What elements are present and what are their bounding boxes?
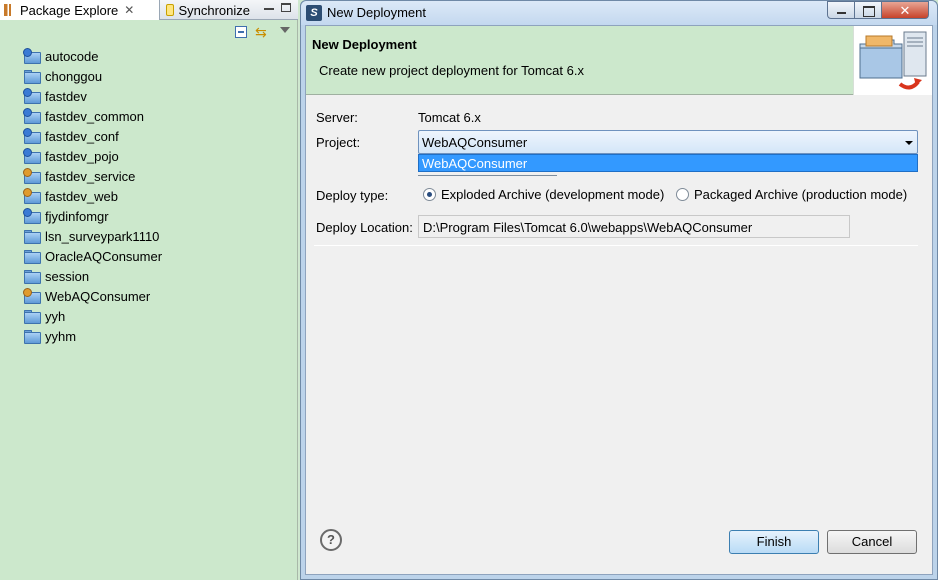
folder-icon (24, 230, 41, 244)
project-option-label: WebAQConsumer (422, 156, 528, 171)
new-deployment-dialog: S New Deployment ✕ New Deployment Create… (300, 0, 938, 580)
web-project-icon (23, 208, 41, 224)
tree-item-label: WebAQConsumer (45, 288, 151, 304)
tree-item[interactable]: chonggou (24, 66, 294, 86)
app-logo-icon: S (306, 5, 322, 21)
dropdown-underline (418, 175, 557, 176)
tree-item-label: OracleAQConsumer (45, 248, 163, 264)
chevron-down-icon[interactable] (905, 141, 913, 145)
minimize-button[interactable] (827, 1, 855, 19)
tree-item[interactable]: fjydinfomgr (23, 206, 294, 226)
deploy-location-label: Deploy Location: (316, 220, 413, 235)
close-tab-icon[interactable]: ✕ (124, 3, 134, 17)
web-project-icon (23, 48, 41, 64)
tree-item[interactable]: fastdev_service (23, 166, 294, 186)
package-explorer-view: Package Explore ✕ Synchronize ⇆ autocode… (0, 0, 298, 580)
exploded-archive-label: Exploded Archive (development mode) (441, 187, 665, 202)
radio-checked-icon[interactable] (423, 188, 436, 201)
wizard-banner: New Deployment Create new project deploy… (306, 26, 932, 95)
web-project-icon (23, 128, 41, 144)
project-select[interactable]: WebAQConsumer (418, 130, 918, 154)
tab-label-package-explorer: Package Explore (20, 2, 119, 18)
dialog-content: New Deployment Create new project deploy… (305, 25, 933, 575)
view-menu-icon[interactable] (280, 27, 290, 33)
tree-item[interactable]: yyhm (24, 326, 294, 346)
tree-item-label: fastdev_conf (45, 128, 119, 144)
java-project-icon (23, 168, 41, 184)
tree-item-label: lsn_surveypark1110 (45, 228, 160, 244)
tree-item[interactable]: fastdev_web (23, 186, 294, 206)
folder-icon (24, 250, 41, 264)
tree-item[interactable]: lsn_surveypark1110 (24, 226, 294, 246)
maximize-view-icon[interactable] (281, 3, 291, 12)
tree-item-label: chonggou (45, 68, 103, 84)
tree-item[interactable]: fastdev_common (23, 106, 294, 126)
maximize-button[interactable] (854, 1, 882, 19)
close-button[interactable]: ✕ (881, 1, 929, 19)
tree-item-label: autocode (45, 48, 99, 64)
radio-unchecked-icon[interactable] (676, 188, 689, 201)
tab-synchronize[interactable]: Synchronize (162, 0, 254, 20)
tree-item-label: yyh (45, 308, 66, 324)
deploy-wizard-graphic (859, 31, 927, 90)
deploy-type-label: Deploy type: (316, 188, 389, 203)
tree-item-label: yyhm (45, 328, 77, 344)
dialog-title-bar[interactable]: S New Deployment ✕ (301, 1, 937, 25)
tree-item-label: session (45, 268, 90, 284)
tree-item[interactable]: OracleAQConsumer (24, 246, 294, 266)
package-explorer-icon (4, 4, 16, 16)
packaged-archive-label: Packaged Archive (production mode) (694, 187, 908, 202)
tab-label-synchronize: Synchronize (178, 2, 250, 18)
view-toolbar: ⇆ (0, 21, 298, 43)
tree-item[interactable]: fastdev_pojo (23, 146, 294, 166)
project-label: Project: (316, 135, 361, 150)
banner-title: New Deployment (312, 37, 417, 52)
tree-item[interactable]: yyh (24, 306, 294, 326)
tree-item-label: fjydinfomgr (45, 208, 109, 224)
tree-item-label: fastdev (45, 88, 87, 104)
tree-item[interactable]: session (24, 266, 294, 286)
tree-item[interactable]: WebAQConsumer (23, 286, 294, 306)
tree-item[interactable]: fastdev_conf (23, 126, 294, 146)
tree-item[interactable]: fastdev (23, 86, 294, 106)
web-project-icon (23, 108, 41, 124)
tab-package-explorer[interactable]: Package Explore ✕ (0, 0, 160, 20)
tree-item-label: fastdev_common (45, 108, 144, 124)
deploy-wizard-icon (853, 26, 932, 95)
collapse-all-icon[interactable] (235, 26, 247, 38)
folder-icon (24, 270, 41, 284)
link-with-editor-icon[interactable]: ⇆ (255, 24, 271, 40)
help-button[interactable]: ? (320, 529, 342, 551)
separator (314, 245, 918, 246)
java-project-icon (23, 188, 41, 204)
folder-icon (24, 70, 41, 84)
web-project-icon (23, 148, 41, 164)
packaged-archive-radio[interactable]: Packaged Archive (production mode) (676, 187, 907, 202)
view-tab-bar: Package Explore ✕ Synchronize (0, 0, 298, 20)
server-label: Server: (316, 110, 358, 125)
java-project-icon (23, 288, 41, 304)
project-dropdown-option[interactable]: WebAQConsumer (418, 154, 918, 172)
tree-item-label: fastdev_pojo (45, 148, 119, 164)
tree-item-label: fastdev_service (45, 168, 136, 184)
web-project-icon (23, 88, 41, 104)
exploded-archive-radio[interactable]: Exploded Archive (development mode) (423, 187, 664, 202)
synchronize-icon (166, 4, 175, 16)
folder-icon (24, 310, 41, 324)
minimize-view-icon[interactable] (264, 8, 274, 10)
tree-item[interactable]: autocode (23, 46, 294, 66)
server-value: Tomcat 6.x (418, 110, 481, 125)
dialog-title: New Deployment (327, 5, 426, 20)
project-select-value: WebAQConsumer (422, 135, 528, 150)
folder-icon (24, 330, 41, 344)
tree-item-label: fastdev_web (45, 188, 118, 204)
deploy-location-field[interactable]: D:\Program Files\Tomcat 6.0\webapps\WebA… (418, 215, 850, 238)
finish-button[interactable]: Finish (729, 530, 819, 554)
banner-description: Create new project deployment for Tomcat… (319, 63, 584, 78)
project-tree: autocode chonggou fastdev fastdev_common… (23, 46, 294, 346)
cancel-button[interactable]: Cancel (827, 530, 917, 554)
